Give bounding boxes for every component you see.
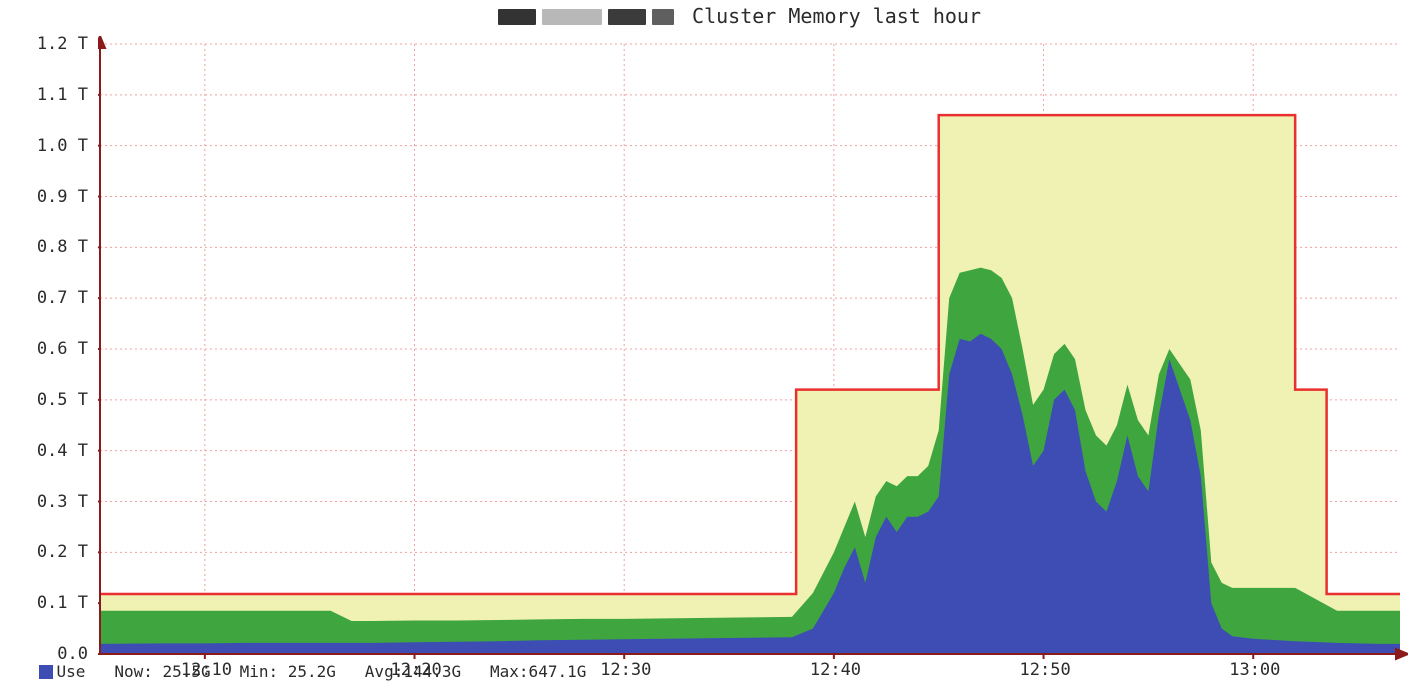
y-tick-label: 1.0 T xyxy=(37,136,88,156)
legend-stats-use: Now: 25.5G Min: 25.2G Avg:144.3G Max:647… xyxy=(114,662,586,681)
chart-title-text: Cluster Memory last hour xyxy=(692,4,981,28)
y-tick-label: 1.2 T xyxy=(37,34,88,54)
legend-row: Use Now: 25.5G Min: 25.2G Avg:144.3G Max… xyxy=(0,643,586,700)
legend-label-use: Use xyxy=(57,662,86,681)
x-tick-label: 12:30 xyxy=(600,660,651,680)
redacted-block xyxy=(437,9,492,25)
x-tick-label: 13:00 xyxy=(1229,660,1280,680)
chart-plot xyxy=(98,36,1408,674)
y-tick-label: 0.3 T xyxy=(37,492,88,512)
y-tick-label: 0.4 T xyxy=(37,441,88,461)
legend-swatch-use xyxy=(39,665,53,679)
y-tick-label: 0.7 T xyxy=(37,288,88,308)
x-tick-label: 12:40 xyxy=(810,660,861,680)
redacted-block xyxy=(608,9,646,25)
x-tick-label: 12:50 xyxy=(1020,660,1071,680)
redacted-block xyxy=(652,9,674,25)
redacted-block xyxy=(542,9,602,25)
y-tick-label: 1.1 T xyxy=(37,85,88,105)
redacted-block xyxy=(498,9,536,25)
chart-container: Cluster Memory last hour 0.00.1 T0.2 T0.… xyxy=(0,0,1418,700)
y-tick-label: 0.5 T xyxy=(37,390,88,410)
y-tick-label: 0.9 T xyxy=(37,187,88,207)
y-tick-label: 0.6 T xyxy=(37,339,88,359)
chart-title: Cluster Memory last hour xyxy=(0,4,1418,28)
y-tick-label: 0.8 T xyxy=(37,237,88,257)
y-tick-label: 0.1 T xyxy=(37,593,88,613)
y-tick-label: 0.2 T xyxy=(37,542,88,562)
